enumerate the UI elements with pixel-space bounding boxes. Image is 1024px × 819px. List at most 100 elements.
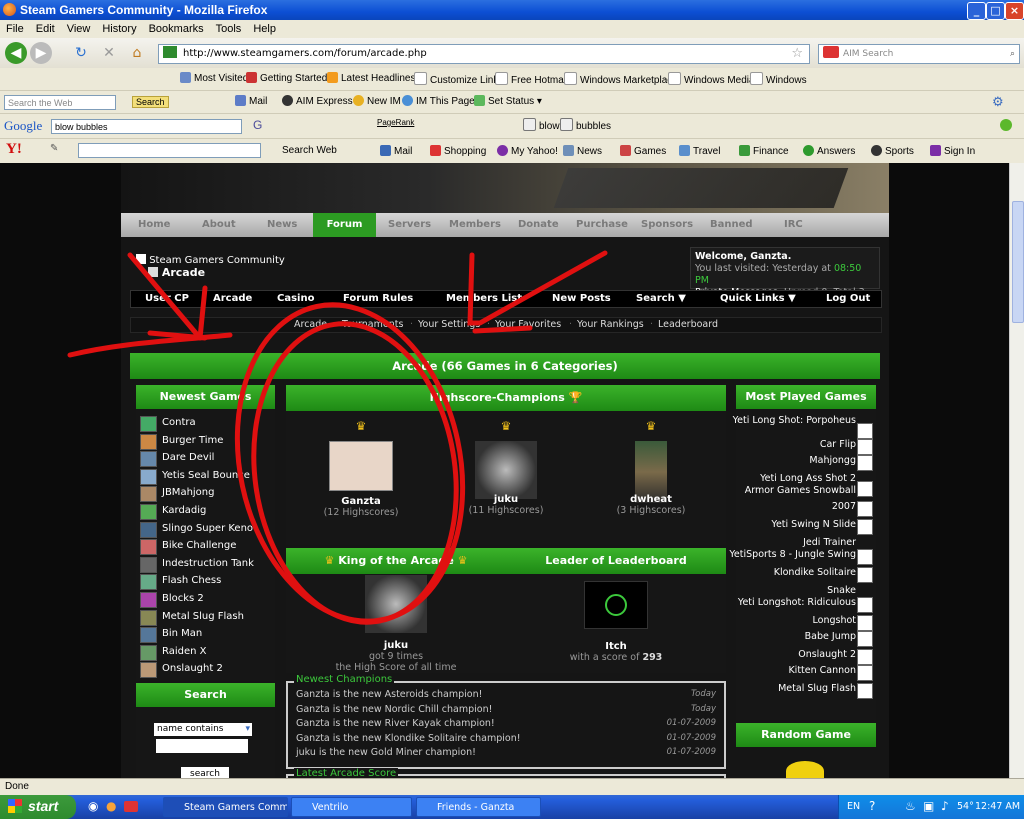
yahoo-news[interactable]: News (563, 145, 602, 157)
start-label: start (28, 798, 59, 814)
steam-tray-icon[interactable]: ♨ (905, 799, 916, 813)
back-icon[interactable]: ◀ (5, 42, 27, 64)
bookmark-windows[interactable]: Windows (750, 72, 807, 86)
yahoo-mail[interactable]: Mail (380, 145, 412, 157)
clock: 12:47 AM (975, 801, 1021, 812)
bookmark-windows-marketplace[interactable]: Windows Marketplace (564, 72, 678, 86)
yahoo-travel[interactable]: Travel (679, 145, 720, 157)
page-icon (564, 72, 577, 85)
reload-icon[interactable]: ↻ (70, 42, 92, 64)
maximize-button[interactable]: □ (986, 2, 1005, 20)
bookmark-free-hotmail[interactable]: Free Hotmail (495, 72, 568, 86)
quicklaunch-icon[interactable]: ◉ (88, 799, 98, 813)
menu-help[interactable]: Help (253, 23, 276, 35)
volume-icon[interactable]: ♪ (941, 799, 949, 813)
chat-icon (353, 95, 364, 106)
firefox-icon (3, 3, 16, 16)
aim-im-this-page[interactable]: IM This Page (402, 95, 475, 107)
yahoo-logo: Y! (6, 141, 22, 157)
mail-icon (235, 95, 246, 106)
network-icon[interactable]: ▣ (923, 799, 934, 813)
forward-icon[interactable]: ▶ (30, 42, 52, 64)
page-icon (668, 72, 681, 85)
status-text: Done (5, 781, 29, 792)
aim-mail[interactable]: Mail (235, 95, 267, 107)
google-search-icon[interactable]: G (253, 118, 262, 132)
settings-gear-icon[interactable]: ⚙ (992, 94, 1004, 110)
firefox-quicklaunch-icon[interactable]: ● (106, 799, 116, 813)
yahoo-sign-in[interactable]: Sign In (930, 145, 975, 157)
aim-express[interactable]: AIM Express (282, 95, 353, 107)
minimize-button[interactable]: _ (967, 2, 986, 20)
aim-set-status[interactable]: Set Status ▾ (474, 95, 542, 107)
task-label: Steam Gamers Comm... (184, 802, 288, 813)
url-bar[interactable]: http://www.steamgamers.com/forum/arcade.… (158, 44, 810, 64)
aim-toolbar: Search the Web Search Mail AIM Express N… (0, 91, 1024, 114)
bookmark-star-icon[interactable]: ☆ (791, 45, 803, 63)
task-steam-gamers[interactable]: Steam Gamers Comm... (163, 797, 288, 817)
status-icon (474, 95, 485, 106)
bookmark-windows-media[interactable]: Windows Media (668, 72, 755, 86)
temperature-indicator: 54° (957, 801, 974, 812)
start-button[interactable]: start (0, 795, 76, 819)
aim-logo-icon (823, 46, 839, 58)
close-button[interactable]: × (1005, 2, 1024, 20)
highlight-icon (560, 118, 573, 131)
annotation-arrows-right (467, 250, 608, 334)
search-icon[interactable]: ⌕ (1010, 45, 1015, 63)
home-icon[interactable]: ⌂ (126, 42, 148, 64)
aim-search-placeholder: AIM Search (843, 49, 894, 59)
task-friends[interactable]: Friends - Ganzta (416, 797, 541, 817)
pencil-icon[interactable]: ✎ (50, 143, 58, 154)
red-annotation (67, 250, 608, 625)
finance-icon (739, 145, 750, 156)
language-indicator[interactable]: EN (847, 801, 860, 812)
travel-icon (679, 145, 690, 156)
menu-view[interactable]: View (67, 23, 91, 35)
page-viewport: Home About News Forum Servers Members Do… (0, 163, 1009, 778)
bookmark-customize-links[interactable]: Customize Links (414, 72, 503, 86)
page-scrollbar[interactable] (1009, 163, 1024, 778)
menu-tools[interactable]: Tools (216, 23, 242, 35)
yahoo-games[interactable]: Games (620, 145, 666, 157)
aim-search-input[interactable]: AIM Search ⌕ (818, 44, 1020, 64)
stop-icon[interactable]: ✕ (98, 42, 120, 64)
games-icon (620, 145, 631, 156)
system-tray: EN ? ♨ ▣ ♪ 54° 12:47 AM (838, 795, 1024, 819)
help-icon[interactable]: ? (869, 799, 875, 813)
menu-bookmarks[interactable]: Bookmarks (149, 23, 204, 35)
task-ventrilo[interactable]: Ventrilo (291, 797, 412, 817)
aim-new-im[interactable]: New IM (353, 95, 401, 107)
windows-logo-icon (8, 799, 22, 813)
yahoo-sports[interactable]: Sports (871, 145, 914, 157)
pagerank-label[interactable]: PageRank (377, 118, 414, 127)
windows-taskbar: start ◉ ● Steam Gamers Comm... Ventrilo … (0, 795, 1024, 819)
bookmark-most-visited[interactable]: Most Visited (180, 72, 248, 84)
im-page-icon (402, 95, 413, 106)
task-label: Friends - Ganzta (437, 802, 515, 813)
yahoo-answers[interactable]: Answers (803, 145, 855, 157)
menu-history[interactable]: History (102, 23, 136, 35)
bookmark-getting-started[interactable]: Getting Started (246, 72, 327, 84)
yahoo-finance[interactable]: Finance (739, 145, 789, 157)
aim-icon (282, 95, 293, 106)
google-toolbar: Google blow bubbles G PageRank blow bubb… (0, 114, 1024, 139)
aim-web-search-input[interactable]: Search the Web (4, 95, 116, 110)
highlight-word-blow[interactable]: blow (523, 118, 560, 132)
menu-edit[interactable]: Edit (36, 23, 55, 35)
menu-file[interactable]: File (6, 23, 24, 35)
yahoo-search-input[interactable] (78, 143, 261, 158)
bookmarks-toolbar: Most Visited Getting Started Latest Head… (0, 68, 1024, 91)
yahoo-my-yahoo[interactable]: My Yahoo! (497, 145, 558, 157)
status-green-icon[interactable] (1000, 119, 1012, 131)
window-titlebar: Steam Gamers Community - Mozilla Firefox… (0, 0, 1024, 20)
bookmark-latest-headlines[interactable]: Latest Headlines (327, 72, 416, 84)
highlight-word-bubbles[interactable]: bubbles (560, 118, 611, 132)
aim-search-button[interactable]: Search (132, 96, 169, 108)
rss-icon (327, 72, 338, 83)
scrollbar-thumb[interactable] (1012, 201, 1024, 323)
google-search-input[interactable]: blow bubbles (51, 119, 242, 134)
yahoo-search-web[interactable]: Search Web (282, 145, 337, 156)
yahoo-shopping[interactable]: Shopping (430, 145, 486, 157)
aim-quicklaunch-icon[interactable] (124, 801, 138, 812)
